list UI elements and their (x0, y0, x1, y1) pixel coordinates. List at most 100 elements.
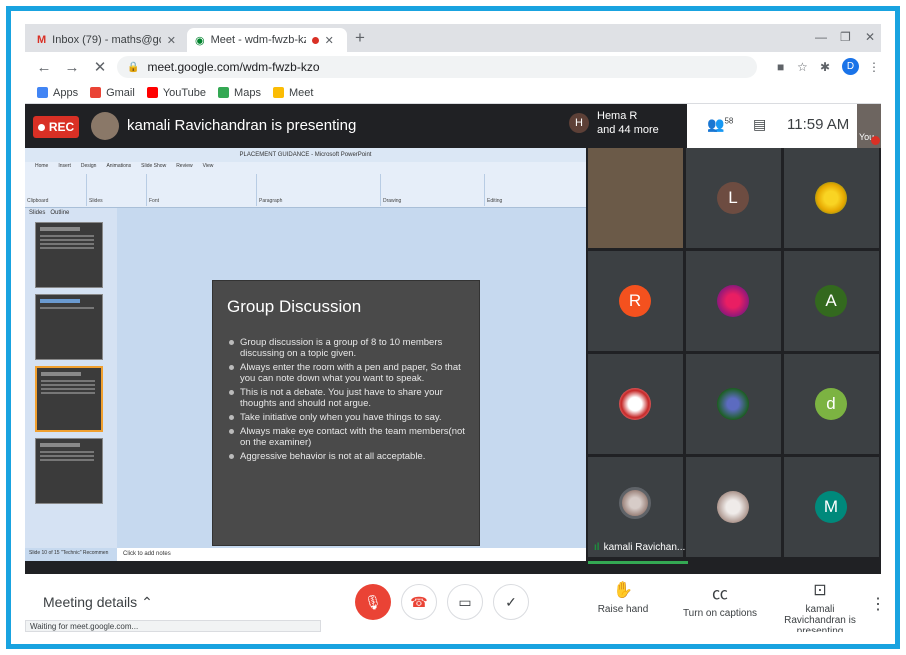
participant-tile[interactable] (686, 251, 781, 351)
hearts-avatar-icon (619, 388, 651, 420)
slides-pane: Slides Outline (25, 208, 117, 548)
recording-dot-icon (311, 36, 319, 44)
maximize-icon[interactable]: ❐ (840, 30, 851, 44)
extensions-icon[interactable]: ✱ (820, 60, 830, 74)
bookmark-gmail[interactable]: Gmail (90, 87, 135, 99)
ribbon-group-font: Font (147, 174, 257, 206)
participant-tile[interactable]: L (686, 148, 781, 248)
people-icon[interactable]: 👥58 (707, 116, 733, 133)
ppt-status: Slide 10 of 15 "Technic" Recommen (29, 550, 109, 556)
captions-icon: ㏄ (711, 586, 728, 603)
slide-thumbnail[interactable] (35, 222, 103, 288)
present-icon: ⊡ (813, 582, 827, 599)
ppt-title-bar: PLACEMENT GUIDANCE - Microsoft PowerPoin… (25, 148, 586, 162)
participant-tile-speaking[interactable]: ıl kamali Ravichan... (588, 457, 685, 557)
stop-icon[interactable]: ✕ (91, 58, 109, 76)
close-window-icon[interactable]: ✕ (865, 30, 875, 44)
meet-icon: ◉ (195, 34, 205, 47)
avatar: R (619, 285, 651, 317)
close-tab-icon[interactable]: ✕ (325, 34, 334, 47)
meet-icon (272, 87, 284, 98)
participant-grid: L R A d ıl kamali Ravichan... M (588, 148, 881, 560)
chevron-up-icon: ⌃ (141, 594, 153, 610)
record-icon (37, 123, 45, 131)
chat-icon[interactable]: ▤ (753, 116, 766, 133)
character-avatar-icon (717, 388, 749, 420)
back-icon[interactable]: ← (35, 59, 53, 76)
gmail-icon (90, 87, 102, 98)
checkmark-button[interactable]: ✓ (493, 584, 529, 620)
forward-icon[interactable]: → (63, 59, 81, 76)
apps-grid-icon (37, 87, 48, 98)
avatar: L (717, 182, 749, 214)
bookmark-apps[interactable]: Apps (37, 87, 78, 99)
ribbon-tabs: Home Insert Design Animations Slide Show Revi… (35, 163, 214, 169)
tab-gmail[interactable]: M Inbox (79) - maths@gcwk.ac.in - ✕ (29, 28, 184, 52)
check-icon: ✓ (505, 593, 517, 610)
participant-tile[interactable] (588, 354, 683, 454)
participant-tile[interactable]: M (784, 457, 879, 557)
video-icon: ▭ (458, 593, 472, 610)
tab-meet[interactable]: ◉ Meet - wdm-fwzb-kzo ✕ (187, 28, 347, 52)
more-options-icon[interactable]: ⋮ (870, 594, 881, 614)
meet-top-bar: REC kamali Ravichandran is presenting H … (25, 104, 881, 148)
ppt-ribbon: Home Insert Design Animations Slide Show Revi… (25, 162, 586, 208)
ribbon-group-slides: Slides (87, 174, 147, 206)
shared-screen: PLACEMENT GUIDANCE - Microsoft PowerPoin… (25, 148, 586, 561)
participant-tile[interactable]: A (784, 251, 879, 351)
menu-icon[interactable]: ⋮ (868, 60, 880, 74)
avatar: M (815, 491, 847, 523)
participant-tile[interactable] (784, 148, 879, 248)
slide-thumbnail[interactable] (35, 438, 103, 504)
mic-muted-button[interactable]: 🎙 (355, 584, 391, 620)
slide-title: Group Discussion (227, 297, 362, 316)
yellow-flower-avatar-icon (815, 182, 847, 214)
avatar: d (815, 388, 847, 420)
tab-strip: M Inbox (79) - maths@gcwk.ac.in - ✕ ◉ Me… (25, 24, 881, 52)
ribbon-group-drawing: Drawing (381, 174, 485, 206)
muted-icon (871, 136, 880, 145)
notes-field[interactable]: Click to add notes (117, 548, 586, 561)
slide-thumbnail-selected[interactable] (35, 366, 103, 432)
current-slide: Group Discussion Group discussion is a g… (212, 280, 480, 546)
presenting-banner: kamali Ravichandran is presenting (127, 117, 357, 134)
screenshot-frame: M Inbox (79) - maths@gcwk.ac.in - ✕ ◉ Me… (6, 6, 900, 649)
status-text: Waiting for meet.google.com... (25, 620, 321, 632)
address-bar[interactable]: 🔒 meet.google.com/wdm-fwzb-kzo (117, 56, 757, 78)
participant-tile[interactable]: R (588, 251, 683, 351)
leave-call-button[interactable]: ☎ (401, 584, 437, 620)
toolbar: ← → ✕ ⌂ 🔒 meet.google.com/wdm-fwzb-kzo ■… (25, 52, 881, 82)
bookmark-youtube[interactable]: YouTube (146, 87, 206, 99)
raise-hand-button[interactable]: ✋ Raise hand (595, 580, 651, 615)
kamali-photo-avatar-icon (619, 487, 651, 519)
presenting-button[interactable]: ⊡ kamali Ravichandran is presenting (775, 580, 865, 632)
participant-tile[interactable] (686, 354, 781, 454)
active-speaker-bar (588, 561, 688, 564)
slide-thumbnail[interactable] (35, 294, 103, 360)
profile-avatar[interactable]: D (842, 58, 859, 75)
meet-controls-top: 👥58 ▤ 11:59 AM (687, 104, 857, 148)
bookmark-meet[interactable]: Meet (272, 87, 313, 99)
minimize-icon[interactable]: — (815, 30, 827, 44)
avatar: A (815, 285, 847, 317)
meeting-details-button[interactable]: Meeting details ⌃ (43, 594, 153, 611)
meet-area: REC kamali Ravichandran is presenting H … (25, 104, 881, 574)
ribbon-group-clipboard: Clipboard (25, 174, 87, 206)
bookmark-star-icon[interactable]: ☆ (797, 60, 808, 74)
new-tab-icon[interactable]: + (355, 28, 365, 48)
camera-ext-icon[interactable]: ■ (777, 60, 784, 74)
close-tab-icon[interactable]: ✕ (167, 34, 176, 47)
speaking-indicator-icon: ıl (594, 542, 600, 553)
youtube-icon (146, 87, 158, 98)
captions-button[interactable]: ㏄ Turn on captions (680, 580, 760, 619)
participant-tile[interactable] (686, 457, 781, 557)
ribbon-group-editing: Editing (487, 198, 503, 204)
participant-tile[interactable]: d (784, 354, 879, 454)
participants-preview[interactable]: H Hema Rand 44 more (569, 109, 659, 137)
self-view: You (857, 104, 881, 148)
bookmark-maps[interactable]: Maps (218, 87, 261, 99)
lock-icon: 🔒 (127, 61, 140, 73)
participant-tile[interactable] (588, 148, 683, 248)
camera-button[interactable]: ▭ (447, 584, 483, 620)
camera-feed (588, 148, 683, 248)
